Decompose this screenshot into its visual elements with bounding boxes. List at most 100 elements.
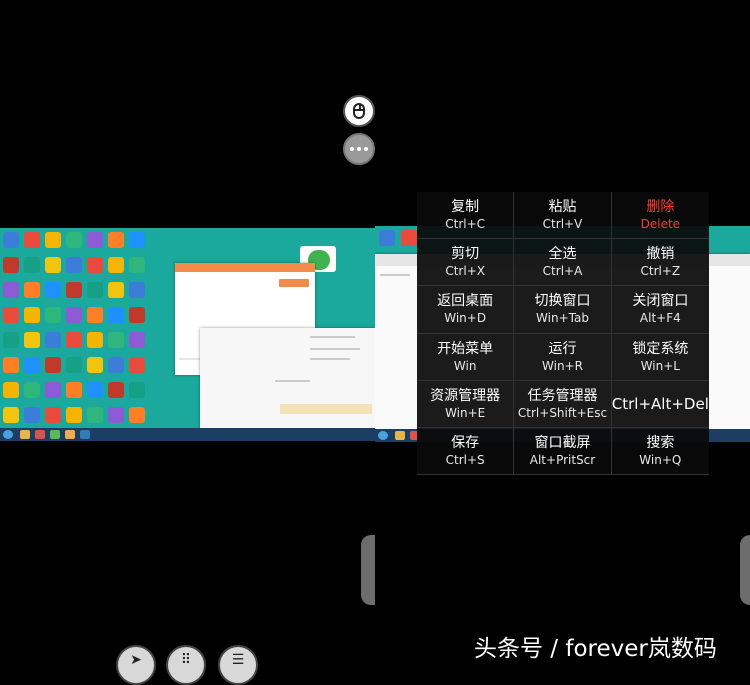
desktop-icon[interactable] xyxy=(45,357,61,373)
desktop-icon[interactable] xyxy=(24,357,40,373)
desktop-icon[interactable] xyxy=(66,282,82,298)
desktop-icon[interactable] xyxy=(24,257,40,273)
shortcut-keys-panel: 复制 Ctrl+C 粘贴 Ctrl+V 删除 Delete 剪切 Ctrl+X 全选 Ctrl+A… xyxy=(417,192,709,475)
desktop-icon[interactable] xyxy=(108,307,124,323)
shortcut-key: Win+Q xyxy=(639,452,682,467)
desktop-icon[interactable] xyxy=(108,232,124,248)
shortcut-key: Ctrl+C xyxy=(445,217,486,232)
desktop-icon[interactable] xyxy=(108,357,124,373)
desktop-icon[interactable] xyxy=(87,382,103,398)
shortcut-cell[interactable]: 剪切 Ctrl+X xyxy=(417,239,515,287)
desktop-icon[interactable] xyxy=(66,307,82,323)
shortcut-name: 切换窗口 xyxy=(534,293,591,310)
shortcut-key: Alt+F4 xyxy=(639,311,681,326)
desktop-icon[interactable] xyxy=(66,232,82,248)
desktop-icon[interactable] xyxy=(129,282,145,298)
desktop-icon[interactable] xyxy=(24,307,40,323)
mouse-mode-button[interactable] xyxy=(343,95,375,127)
desktop-icon[interactable] xyxy=(24,382,40,398)
desktop-icon[interactable] xyxy=(87,257,103,273)
shortcut-cell[interactable]: 撤销 Ctrl+Z xyxy=(611,239,709,287)
desktop-icon[interactable] xyxy=(87,307,103,323)
shortcut-name: 全选 xyxy=(548,246,577,263)
desktop-icon[interactable] xyxy=(45,407,61,423)
desktop-icon[interactable] xyxy=(24,332,40,348)
shortcut-cell[interactable]: 粘贴 Ctrl+V xyxy=(514,192,612,240)
desktop-icon[interactable] xyxy=(3,282,19,298)
shortcut-cell[interactable]: 窗口截屏 Alt+PritScr xyxy=(514,427,612,475)
shortcut-cell[interactable]: 关闭窗口 Alt+F4 xyxy=(611,286,709,334)
shortcut-key: Delete xyxy=(640,217,681,232)
shortcut-name: Ctrl+Alt+Del xyxy=(611,394,709,413)
desktop-icon[interactable] xyxy=(129,307,145,323)
remote-desktop-view-left[interactable] xyxy=(0,228,375,441)
desktop-icon[interactable] xyxy=(108,332,124,348)
desktop-icon[interactable] xyxy=(87,332,103,348)
desktop-icon[interactable] xyxy=(45,382,61,398)
desktop-icon[interactable] xyxy=(379,230,395,246)
shortcut-cell[interactable]: 任务管理器 Ctrl+Shift+Esc xyxy=(514,380,612,428)
desktop-icon[interactable] xyxy=(3,332,19,348)
right-panel-handle[interactable] xyxy=(740,535,750,605)
desktop-icon[interactable] xyxy=(66,357,82,373)
desktop-icon[interactable] xyxy=(129,407,145,423)
desktop-icon[interactable] xyxy=(45,307,61,323)
pointer-button[interactable]: ➤ xyxy=(116,645,156,685)
desktop-icon[interactable] xyxy=(24,282,40,298)
desktop-icon[interactable] xyxy=(87,282,103,298)
shortcut-cell[interactable]: 切换窗口 Win+Tab xyxy=(514,286,612,334)
cursor-pointer-icon: ➤ xyxy=(130,652,142,668)
shortcut-name: 窗口截屏 xyxy=(534,434,591,451)
shortcut-cell[interactable]: Ctrl+Alt+Del xyxy=(611,381,709,428)
shortcut-cell[interactable]: 锁定系统 Win+L xyxy=(611,334,709,381)
shortcut-cell[interactable]: 资源管理器 Win+E xyxy=(417,380,515,428)
desktop-icon[interactable] xyxy=(87,232,103,248)
shortcut-cell[interactable]: 复制 Ctrl+C xyxy=(417,192,515,240)
desktop-icon[interactable] xyxy=(129,357,145,373)
desktop-icon[interactable] xyxy=(87,357,103,373)
desktop-icon[interactable] xyxy=(66,257,82,273)
desktop-icon[interactable] xyxy=(129,332,145,348)
desktop-icon[interactable] xyxy=(3,257,19,273)
shortcut-cell[interactable]: 开始菜单 Win xyxy=(417,333,515,381)
shortcut-name: 剪切 xyxy=(451,246,480,263)
desktop-icon[interactable] xyxy=(3,407,19,423)
shortcut-cell[interactable]: 全选 Ctrl+A xyxy=(514,239,612,287)
desktop-icon[interactable] xyxy=(66,332,82,348)
shortcut-cell[interactable]: 运行 Win+R xyxy=(514,333,612,381)
shortcut-name: 返回桌面 xyxy=(437,293,494,310)
desktop-icon[interactable] xyxy=(401,230,417,246)
desktop-icon[interactable] xyxy=(45,282,61,298)
desktop-icon[interactable] xyxy=(3,382,19,398)
shortcut-cell[interactable]: 返回桌面 Win+D xyxy=(417,286,515,334)
desktop-icon[interactable] xyxy=(108,407,124,423)
more-options-button[interactable] xyxy=(343,133,375,165)
shortcut-name: 粘贴 xyxy=(548,199,577,216)
desktop-icon[interactable] xyxy=(129,382,145,398)
shortcut-key: Ctrl+Shift+Esc xyxy=(517,405,608,420)
desktop-icon[interactable] xyxy=(45,257,61,273)
desktop-icon[interactable] xyxy=(129,232,145,248)
shortcut-cell[interactable]: 搜索 Win+Q xyxy=(611,428,709,475)
shortcut-key: Win+L xyxy=(640,358,680,373)
desktop-icon[interactable] xyxy=(3,357,19,373)
shortcut-cell[interactable]: 保存 Ctrl+S xyxy=(417,427,515,475)
desktop-icon[interactable] xyxy=(45,232,61,248)
shortcut-key: Win xyxy=(453,358,477,373)
desktop-icon[interactable] xyxy=(66,382,82,398)
menu-button[interactable]: ☰ xyxy=(218,645,258,685)
desktop-icon[interactable] xyxy=(24,232,40,248)
desktop-icon[interactable] xyxy=(3,307,19,323)
desktop-icon[interactable] xyxy=(24,407,40,423)
desktop-icon[interactable] xyxy=(87,407,103,423)
shortcut-cell[interactable]: 删除 Delete xyxy=(611,192,709,240)
desktop-icon[interactable] xyxy=(66,407,82,423)
desktop-icon[interactable] xyxy=(45,332,61,348)
left-panel-handle[interactable] xyxy=(361,535,375,605)
desktop-icon[interactable] xyxy=(108,257,124,273)
desktop-icon[interactable] xyxy=(3,232,19,248)
desktop-icon[interactable] xyxy=(108,382,124,398)
desktop-icon[interactable] xyxy=(108,282,124,298)
desktop-icon[interactable] xyxy=(129,257,145,273)
keyboard-button[interactable]: ⠿ xyxy=(166,645,206,685)
